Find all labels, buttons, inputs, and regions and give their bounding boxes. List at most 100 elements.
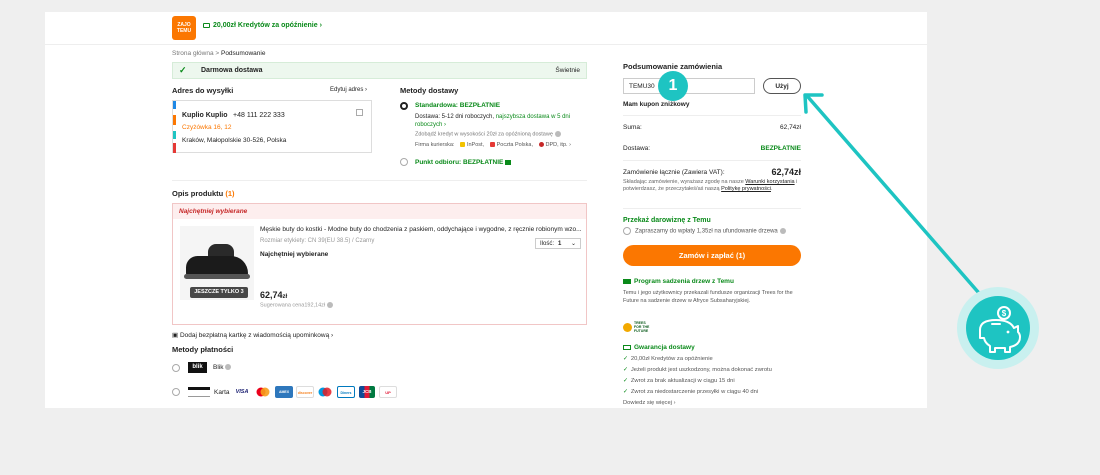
product-variant: Rozmiar etykiety: CN 39(EU 38.5) / Czarn… xyxy=(260,238,375,244)
unionpay-icon: UP xyxy=(379,386,397,398)
piggy-bank-icon[interactable]: $ xyxy=(966,296,1030,360)
guarantee-title: Gwarancja dostawy xyxy=(623,344,695,351)
coupon-link[interactable]: Mam kupon zniżkowy xyxy=(623,101,689,108)
breadcrumb: Strona główna > Podsumowanie xyxy=(172,50,265,57)
recipient-phone: +48 111 222 333 xyxy=(233,112,285,119)
payment-card-radio[interactable] xyxy=(172,388,180,396)
check-icon: ✓ xyxy=(623,378,628,384)
shipping-standard-radio[interactable] xyxy=(400,102,408,110)
guarantee-item: ✓ 20,00zł Kredytów za opóźnienie xyxy=(623,356,713,362)
shoe-sole xyxy=(184,274,250,279)
divider xyxy=(623,160,801,161)
amex-icon: AMEX xyxy=(275,386,293,398)
recipient-name: Kuplio Kuplio xyxy=(182,112,228,119)
learn-more-link[interactable]: Dowiedz się więcej › xyxy=(623,400,676,406)
privacy-link[interactable]: Politykę prywatności xyxy=(721,186,771,192)
tree-icon xyxy=(623,278,631,284)
donate-title: Przekaż darowiznę z Temu xyxy=(623,217,711,224)
info-icon[interactable] xyxy=(225,364,232,371)
address-card[interactable]: Kuplio Kuplio +48 111 222 333 Czyżówka 1… xyxy=(172,100,372,153)
check-icon: ✓ xyxy=(623,367,628,373)
product-image[interactable]: JESZCZE TYLKO 3 xyxy=(180,226,254,300)
divider xyxy=(172,180,587,181)
tree-program-title: Program sadzenia drzew z Temu xyxy=(623,278,734,285)
trees-for-future-logo: TREES FOR THE FUTURE xyxy=(623,321,653,335)
product-name[interactable]: Męskie buty do kostki - Modne buty do ch… xyxy=(260,226,585,233)
chevron-right-icon[interactable]: › xyxy=(569,142,571,148)
tree-logo-icon xyxy=(623,322,632,332)
product-count: (1) xyxy=(225,189,235,198)
product-header-badge: Najchętniej wybierane xyxy=(173,204,586,219)
gift-card-link[interactable]: ▣ Dodaj bezpłatną kartkę z wiadomością u… xyxy=(172,331,333,339)
free-shipping-status: Świetnie xyxy=(555,67,580,74)
poczta-icon xyxy=(489,142,495,148)
address-title: Adres do wysyłki xyxy=(172,86,234,95)
delivery-row: Dostawa: BEZPŁATNIE xyxy=(623,145,801,152)
donate-radio[interactable] xyxy=(623,227,631,235)
info-icon[interactable] xyxy=(554,131,561,137)
guarantee-item: ✓ Zwrot za brak aktualizacji w ciągu 15 d… xyxy=(623,378,735,384)
guarantee-item: ✓ Zwrot za niedostarczenie przesyłki w ci… xyxy=(623,389,759,395)
guarantee-item: ✓ Jeżeli produkt jest uszkodzony, można d… xyxy=(623,367,772,373)
discover-icon: discover xyxy=(296,386,314,398)
pickup-point-icon xyxy=(505,159,512,165)
tree-program-desc: Temu i jego użytkownicy przekazali fundu… xyxy=(623,290,793,304)
total-row: Zamówienie łącznie (Zawiera VAT): 62,74z… xyxy=(623,167,801,177)
terms-text: Składając zamówienie, wyrażasz zgodę na … xyxy=(623,179,798,192)
address-street: Czyżówka 16, 12 xyxy=(182,124,232,131)
divider xyxy=(623,115,801,116)
shipping-standard-desc: Dostawa: 5-12 dni roboczych, najszybsza … xyxy=(415,114,571,128)
shipping-credit-note: Zdobądź kredyt w wysokości 20zł za opóźn… xyxy=(415,131,561,137)
check-icon: ✓ xyxy=(179,65,187,75)
mastercard-icon xyxy=(255,386,271,398)
divider xyxy=(623,208,801,209)
breadcrumb-separator: > xyxy=(215,50,220,57)
breadcrumb-home[interactable]: Strona główna xyxy=(172,50,214,57)
check-icon: ✓ xyxy=(623,389,628,395)
maestro-icon xyxy=(317,386,333,398)
address-stripe-red xyxy=(173,143,176,153)
shoe-body xyxy=(186,256,248,276)
card-label: Karta xyxy=(214,389,230,396)
chevron-down-icon: ⌄ xyxy=(570,241,576,247)
edit-icon[interactable] xyxy=(356,109,363,116)
credit-card-icon xyxy=(188,387,210,397)
jcb-icon: JCB xyxy=(359,386,375,398)
truck-icon xyxy=(203,22,210,28)
coupon-input[interactable] xyxy=(623,78,755,94)
address-stripe-orange xyxy=(173,115,176,125)
visa-icon: VISA xyxy=(235,389,249,395)
shipping-pickup-radio[interactable] xyxy=(400,158,408,166)
address-city: Kraków, Małopolskie 30-526, Polska xyxy=(182,137,287,144)
free-shipping-bar: ✓ Darmowa dostawa Świetnie xyxy=(172,62,587,79)
shipping-pickup-title: Punkt odbioru: BEZPŁATNIE xyxy=(415,159,512,166)
check-icon: ✓ xyxy=(623,356,628,362)
edit-address-link[interactable]: Edytuj adres › xyxy=(330,87,367,93)
quantity-select[interactable]: Ilość: 1 ⌄ xyxy=(535,238,581,249)
header: ZAJO TEMU 20,00zł Kredytów za opóźnienie… xyxy=(45,12,927,45)
payment-title: Metody płatności xyxy=(172,345,234,354)
delay-credit-link[interactable]: 20,00zł Kredytów za opóźnienie › xyxy=(203,22,322,29)
piggy-bank-glyph: $ xyxy=(979,306,1021,353)
terms-link[interactable]: Warunki korzystania xyxy=(745,179,794,185)
subtotal-row: Suma: 62,74zł xyxy=(623,124,801,131)
payment-blik-radio[interactable] xyxy=(172,364,180,372)
breadcrumb-current: Podsumowanie xyxy=(220,50,266,57)
product-card: Najchętniej wybierane JESZCZE TYLKO 3 Mę… xyxy=(172,203,587,325)
info-icon[interactable] xyxy=(779,228,786,234)
donate-text: Zapraszamy do wpłaty 1,35zł na ufundowan… xyxy=(635,228,786,235)
dpd-icon xyxy=(538,142,544,148)
blik-label: Blik xyxy=(213,364,232,371)
stock-badge: JESZCZE TYLKO 3 xyxy=(190,287,248,298)
place-order-button[interactable]: Zamów i zapłać (1) xyxy=(623,245,801,266)
product-price: 62,74zł xyxy=(260,290,288,300)
address-stripe-blue xyxy=(173,101,176,109)
apply-coupon-button[interactable]: Użyj xyxy=(763,78,801,94)
checkout-page: ZAJO TEMU 20,00zł Kredytów za opóźnienie… xyxy=(45,12,927,408)
product-section-title: Opis produktu (1) xyxy=(172,189,235,198)
blik-logo: blik xyxy=(188,362,207,373)
logo-text-2: TEMU xyxy=(176,28,192,34)
product-best-label: Najchętniej wybierane xyxy=(260,251,329,258)
info-icon[interactable] xyxy=(327,302,334,308)
temu-logo[interactable]: ZAJO TEMU xyxy=(172,16,196,40)
